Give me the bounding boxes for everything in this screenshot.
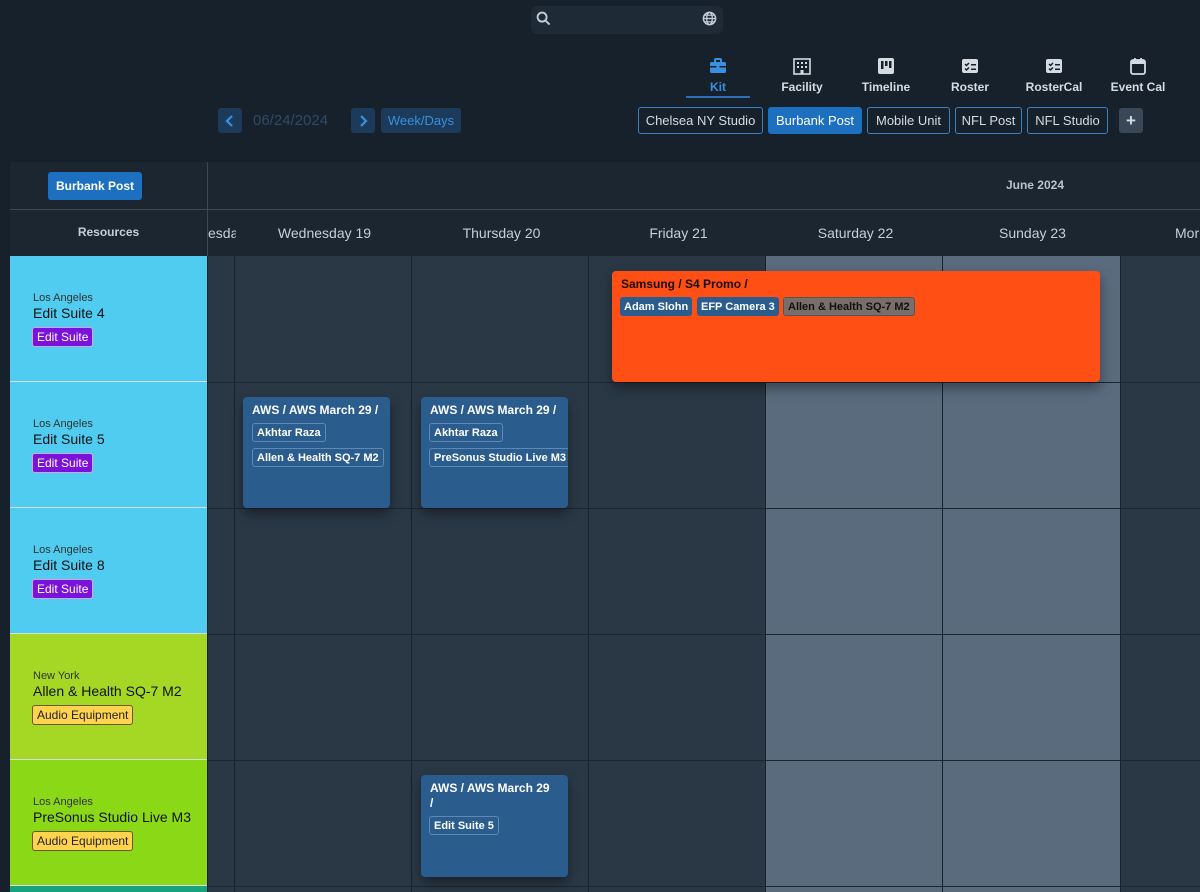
event-chip[interactable]: Akhtar Raza — [429, 423, 503, 442]
day-header-thursday: Thursday 20 — [462, 225, 541, 241]
resource-tag: Audio Equipment — [32, 705, 134, 725]
resource-tag: Audio Equipment — [32, 831, 134, 851]
event-card[interactable]: Samsung / S4 Promo / Adam Slohn EFP Came… — [612, 271, 1100, 382]
plus-icon: + — [1126, 110, 1136, 130]
nav-label-rostercal: RosterCal — [1025, 80, 1083, 94]
resource-row[interactable]: Los Angeles Edit Suite 5 Edit Suite — [10, 382, 207, 508]
nav-rostercal[interactable]: RosterCal — [1014, 56, 1094, 96]
resource-location: Los Angeles — [33, 796, 93, 808]
day-header-sunday: Sunday 23 — [999, 225, 1066, 241]
studio-tab-nfl-post[interactable]: NFL Post — [955, 107, 1022, 134]
row-divider — [208, 508, 1200, 509]
event-chip[interactable]: PreSonus Studio Live M3 — [429, 448, 568, 467]
row-divider — [208, 382, 1200, 383]
nav-roster[interactable]: Roster — [930, 56, 1010, 96]
search-input[interactable] — [557, 10, 697, 30]
resource-location: Los Angeles — [33, 292, 93, 304]
day-column[interactable] — [208, 256, 235, 892]
resource-name: PreSonus Studio Live M3 — [33, 809, 191, 825]
day-header-saturday: Saturday 22 — [817, 225, 894, 241]
resource-row[interactable]: Los Angeles Edit Suite 4 Edit Suite — [10, 256, 207, 382]
roster-icon — [960, 56, 980, 76]
globe-icon[interactable] — [702, 11, 717, 30]
calendar-icon — [1128, 56, 1148, 76]
resource-location: Los Angeles — [33, 544, 93, 556]
studio-tab-chelsea[interactable]: Chelsea NY Studio — [638, 107, 763, 134]
prev-week-button[interactable] — [218, 108, 242, 133]
event-chip[interactable]: EFP Camera 3 — [697, 297, 779, 316]
resource-tag: Edit Suite — [32, 453, 94, 473]
resource-name: Edit Suite 8 — [33, 557, 105, 573]
resource-name: Edit Suite 4 — [33, 305, 105, 321]
day-column[interactable] — [235, 256, 412, 892]
add-studio-button[interactable]: + — [1119, 108, 1143, 133]
nav-label-facility: Facility — [781, 80, 823, 94]
event-chip[interactable]: Akhtar Raza — [252, 423, 326, 442]
studio-tab-mobile-unit[interactable]: Mobile Unit — [867, 107, 950, 134]
event-title: AWS / AWS March 29 / — [430, 781, 550, 810]
timeline-icon — [876, 56, 896, 76]
header-divider — [207, 162, 208, 256]
resource-row-partial — [10, 886, 207, 892]
event-chip[interactable]: Edit Suite 5 — [429, 816, 499, 835]
resource-name: Edit Suite 5 — [33, 431, 105, 447]
nav-facility[interactable]: Facility — [762, 56, 842, 96]
nav-timeline[interactable]: Timeline — [846, 56, 926, 96]
day-header-tuesday: esday — [208, 225, 236, 241]
event-card[interactable]: AWS / AWS March 29 / Edit Suite 5 — [421, 775, 568, 877]
resource-row[interactable]: Los Angeles PreSonus Studio Live M3 Audi… — [10, 760, 207, 886]
day-header-wednesday: Wednesday 19 — [277, 225, 372, 241]
day-header-monday: Mor — [1175, 225, 1200, 241]
resource-tag: Edit Suite — [32, 327, 94, 347]
event-title: AWS / AWS March 29 / — [252, 403, 379, 417]
resources-header: Resources — [77, 225, 140, 239]
chevron-left-icon — [225, 114, 233, 127]
nav-label-kit: Kit — [710, 80, 726, 94]
studio-tab-nfl-studio[interactable]: NFL Studio — [1027, 107, 1108, 134]
building-icon — [792, 56, 812, 76]
row-divider — [208, 886, 1200, 887]
resource-name: Allen & Health SQ-7 M2 — [33, 683, 182, 699]
resource-row[interactable]: New York Allen & Health SQ-7 M2 Audio Eq… — [10, 634, 207, 760]
studio-tab-burbank[interactable]: Burbank Post — [768, 107, 862, 134]
nav-kit[interactable]: Kit — [678, 56, 758, 96]
day-column[interactable] — [1121, 256, 1200, 892]
event-chip[interactable]: Adam Slohn — [620, 297, 693, 316]
search-bar — [531, 6, 723, 34]
day-header-friday: Friday 21 — [649, 225, 708, 241]
resource-tag: Edit Suite — [32, 579, 94, 599]
event-card[interactable]: AWS / AWS March 29 / Akhtar Raza Allen &… — [243, 397, 390, 508]
resource-row[interactable]: Los Angeles Edit Suite 8 Edit Suite — [10, 508, 207, 634]
nav-label-event-cal: Event Cal — [1110, 80, 1166, 94]
studio-badge: Burbank Post — [48, 172, 142, 200]
date-field[interactable]: 06/24/2024 — [245, 108, 345, 133]
chevron-right-icon — [360, 114, 368, 127]
view-mode-button[interactable]: Week/Days — [381, 108, 461, 133]
nav-active-indicator — [686, 96, 750, 98]
next-week-button[interactable] — [351, 108, 375, 133]
resource-location: Los Angeles — [33, 418, 93, 430]
event-title: AWS / AWS March 29 / — [430, 403, 557, 417]
roster-calendar-icon — [1044, 56, 1064, 76]
nav-label-timeline: Timeline — [861, 80, 911, 94]
nav-event-cal[interactable]: Event Cal — [1098, 56, 1178, 96]
event-chip[interactable]: Allen & Health SQ-7 M2 — [783, 297, 915, 316]
event-card[interactable]: AWS / AWS March 29 / Akhtar Raza PreSonu… — [421, 397, 568, 508]
month-label: June 2024 — [1005, 178, 1065, 192]
nav-label-roster: Roster — [950, 80, 989, 94]
row-divider — [208, 760, 1200, 761]
search-icon — [536, 11, 551, 30]
event-title: Samsung / S4 Promo / — [621, 277, 748, 291]
event-chip[interactable]: Allen & Health SQ-7 M2 — [252, 448, 384, 467]
toolbox-icon — [708, 56, 728, 76]
row-divider — [208, 634, 1200, 635]
resource-location: New York — [33, 670, 80, 682]
